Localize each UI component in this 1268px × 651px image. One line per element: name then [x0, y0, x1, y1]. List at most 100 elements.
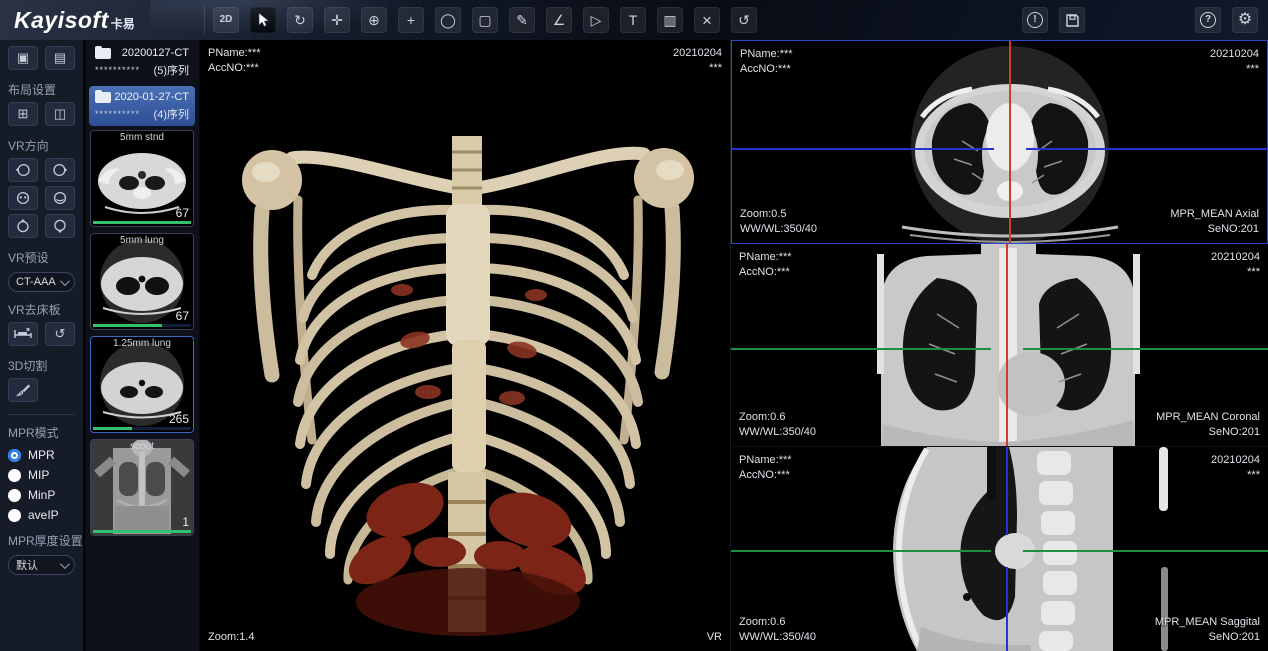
- text-annotation-button[interactable]: T: [620, 7, 646, 33]
- mpr-mode-option-mip[interactable]: MIP: [8, 468, 75, 482]
- zoom-text: Zoom:0.6: [739, 615, 816, 630]
- rectangle-roi-button[interactable]: ▢: [472, 7, 498, 33]
- view-label-overlay: VR: [707, 630, 722, 645]
- help-button[interactable]: ?: [1195, 7, 1221, 33]
- app-logo: Kayisoft 卡易: [0, 7, 196, 34]
- reset-button[interactable]: ↺: [731, 7, 757, 33]
- sagittal-crosshair-v-blue-top[interactable]: [1006, 447, 1008, 535]
- zoom-wwwl-overlay: Zoom:0.6 WW/WL:350/40: [739, 410, 816, 440]
- mpr-mode-option-minp[interactable]: MinP: [8, 488, 75, 502]
- reset-icon: ↺: [738, 13, 750, 27]
- crosshair-icon: +: [407, 13, 415, 27]
- axial-crosshair-h-blue-left[interactable]: [732, 148, 994, 150]
- bed-reset-button[interactable]: ↺: [45, 322, 75, 346]
- mpr-coronal-viewport[interactable]: PName:*** AccNO:*** 20210204 *** Zoom:0.…: [731, 244, 1268, 447]
- head-left-icon: [15, 162, 31, 178]
- ellipse-roi-button[interactable]: ◯: [435, 7, 461, 33]
- grid-2x2-button[interactable]: ⊞: [8, 102, 38, 126]
- angle-button[interactable]: ∠: [546, 7, 572, 33]
- chevron-down-icon: [60, 276, 70, 286]
- study-item-1[interactable]: 20200127-CT ********** (5)序列: [89, 42, 195, 82]
- vr-preset-select[interactable]: CT-AAA: [8, 272, 75, 292]
- coronal-crosshair-h-green-right[interactable]: [1023, 348, 1268, 350]
- axial-crosshair-v-red[interactable]: [1009, 41, 1011, 244]
- radio-icon: [8, 469, 21, 482]
- scalpel-icon: [15, 382, 31, 398]
- head-top-icon: [15, 218, 31, 234]
- save-button[interactable]: [1059, 7, 1085, 33]
- folder-icon: [95, 46, 113, 59]
- head-bottom-icon: [52, 218, 68, 234]
- series-thumbnail-scout[interactable]: scout 1: [90, 439, 194, 536]
- vr-viewport[interactable]: PName:*** AccNO:*** 20210204 *** Zoom:1.…: [200, 40, 731, 651]
- radio-selected-icon: [8, 449, 21, 462]
- folder-open-icon: [95, 90, 113, 103]
- series-thumbnail-5mm-stnd[interactable]: 5mm stnd 67: [90, 130, 194, 227]
- zoom-text: Zoom:0.5: [740, 207, 817, 222]
- view-label-text: MPR_MEAN Axial: [1170, 207, 1259, 222]
- date-overlay: 20210204 ***: [673, 46, 722, 76]
- series-count: (5)序列: [154, 62, 189, 78]
- date-overlay: 20210204 ***: [1211, 453, 1260, 483]
- pan-button[interactable]: ✛: [324, 7, 350, 33]
- settings-button[interactable]: ⚙: [1232, 7, 1258, 33]
- view-2d-button[interactable]: 2D: [213, 7, 239, 33]
- mpr-thickness-select[interactable]: 默认: [8, 555, 75, 575]
- load-progress-track: [93, 324, 191, 327]
- vr-dir-right-button[interactable]: [45, 158, 75, 182]
- date-overlay: 20210204 ***: [1211, 250, 1260, 280]
- zoom-button[interactable]: ⊕: [361, 7, 387, 33]
- sagittal-crosshair-h-green-right[interactable]: [1023, 550, 1268, 552]
- window-level-button[interactable]: ▥: [657, 7, 683, 33]
- remove-bed-button[interactable]: [8, 322, 38, 346]
- study-item-2-selected[interactable]: 2020-01-27-CT ********** (4)序列: [89, 86, 195, 126]
- report-button[interactable]: ▤: [45, 46, 75, 70]
- mpr-mode-option-aveip[interactable]: aveIP: [8, 508, 75, 522]
- measure-button[interactable]: ✎: [509, 7, 535, 33]
- delete-icon: ×: [702, 12, 712, 29]
- grid-split-button[interactable]: ◫: [45, 102, 75, 126]
- patient-id-masked: **********: [95, 65, 140, 75]
- vr-preset-value: CT-AAA: [16, 276, 56, 288]
- vr-dir-inferior-button[interactable]: [45, 214, 75, 238]
- vr-dir-anterior-button[interactable]: [8, 186, 38, 210]
- coronal-crosshair-v-red[interactable]: [1006, 244, 1008, 447]
- mpr-sagittal-viewport[interactable]: PName:*** AccNO:*** 20210204 *** Zoom:0.…: [731, 447, 1268, 651]
- vr-dir-superior-button[interactable]: [8, 214, 38, 238]
- axial-crosshair-h-blue-right[interactable]: [1026, 148, 1268, 150]
- vr-bed-removal-label: VR去床板: [8, 301, 75, 318]
- wwwl-text: WW/WL:350/40: [740, 222, 817, 237]
- sagittal-crosshair-v-blue-bottom[interactable]: [1006, 567, 1008, 651]
- coronal-crosshair-h-green-left[interactable]: [731, 348, 991, 350]
- delete-annotation-button[interactable]: ×: [694, 7, 720, 33]
- info-button[interactable]: !: [1022, 7, 1048, 33]
- help-icon: ?: [1200, 12, 1216, 28]
- masked-text: ***: [1211, 468, 1260, 483]
- masked-text: ***: [1211, 265, 1260, 280]
- save-icon: [1065, 13, 1080, 28]
- sagittal-crosshair-h-green-left[interactable]: [731, 550, 991, 552]
- accno-text: AccNO:***: [740, 62, 793, 77]
- mpr-axial-viewport[interactable]: PName:*** AccNO:*** 20210204 *** Zoom:0.…: [731, 40, 1268, 244]
- accno-text: AccNO:***: [739, 265, 792, 280]
- pointer-icon: [255, 12, 271, 28]
- cobb-angle-button[interactable]: ▷: [583, 7, 609, 33]
- pname-text: PName:***: [739, 453, 792, 468]
- series-thumbnail-5mm-lung[interactable]: 5mm lung 67: [90, 233, 194, 330]
- vr-rendering-image: [200, 40, 731, 651]
- load-progress-track: [93, 427, 191, 430]
- mpr-mode-label: MPR模式: [8, 424, 75, 441]
- rotate-3d-button[interactable]: ↻: [287, 7, 313, 33]
- window-level-icon: ▥: [663, 13, 676, 27]
- mpr-mode-option-mpr[interactable]: MPR: [8, 448, 75, 462]
- vr-dir-posterior-button[interactable]: [45, 186, 75, 210]
- scalpel-button[interactable]: [8, 378, 38, 402]
- crosshair-button[interactable]: +: [398, 7, 424, 33]
- layout-panel-button[interactable]: ▣: [8, 46, 38, 70]
- zoom-wwwl-overlay: Zoom:0.6 WW/WL:350/40: [739, 615, 816, 645]
- vr-dir-left-button[interactable]: [8, 158, 38, 182]
- load-progress-track: [93, 221, 191, 224]
- series-thumbnail-1-25mm-lung[interactable]: 1.25mm lung 265: [90, 336, 194, 433]
- scout-thumb-image: [91, 440, 193, 535]
- pointer-button[interactable]: [250, 7, 276, 33]
